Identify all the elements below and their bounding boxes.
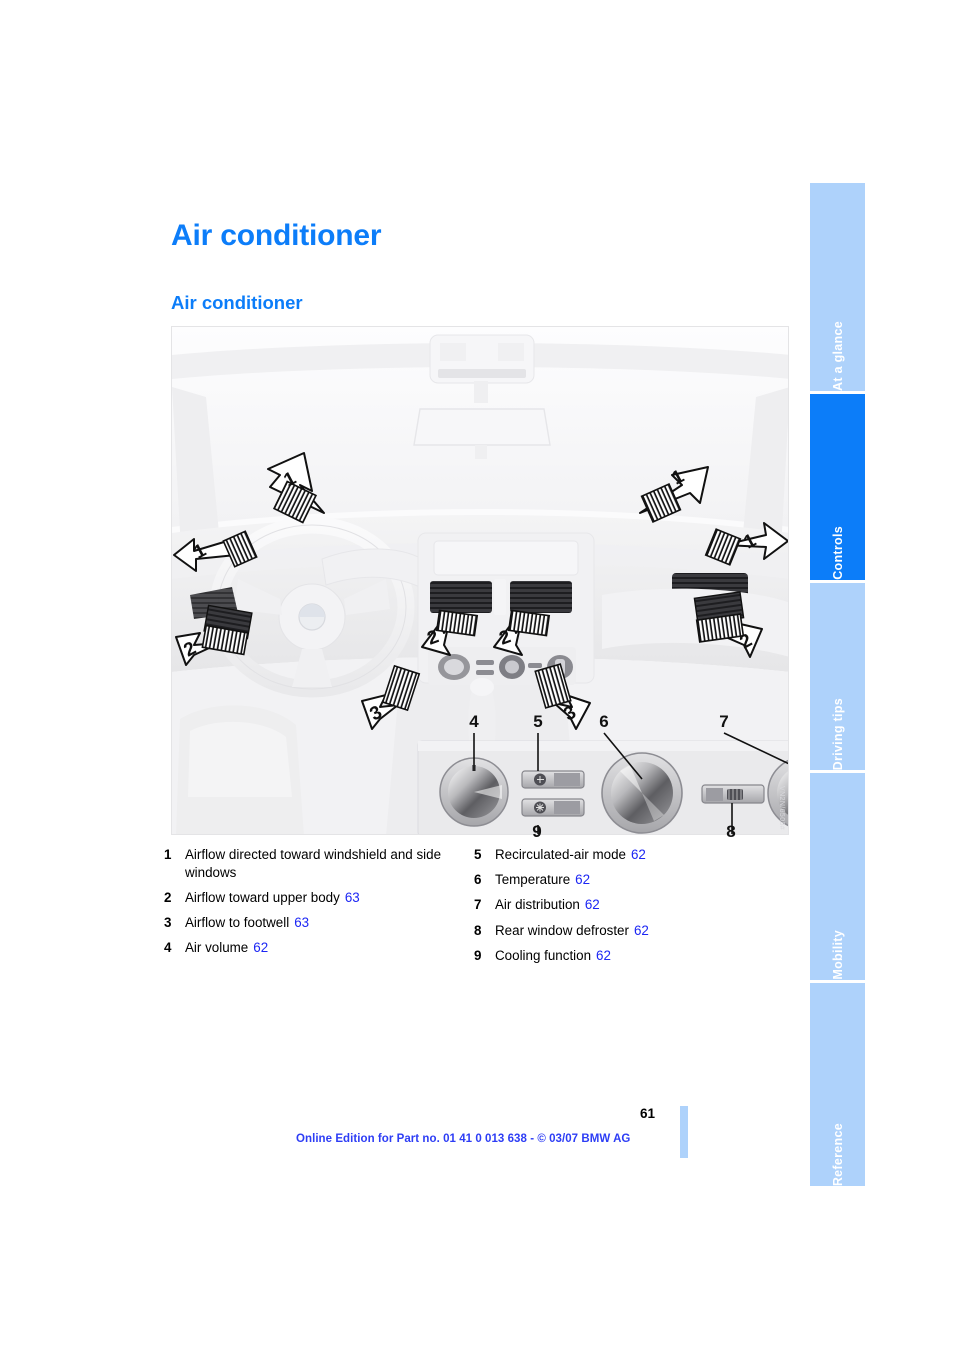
legend-column-right: 5 Recirculated-air mode 62 6 Temperature 62 7 A… bbox=[474, 846, 774, 972]
legend-item-text: Rear window defroster bbox=[495, 922, 629, 938]
legend-item-number: 8 bbox=[474, 922, 482, 938]
legend-item-number: 9 bbox=[474, 947, 482, 963]
footer-accent-bar bbox=[680, 1106, 688, 1158]
legend-item-page-ref[interactable]: 63 bbox=[340, 890, 360, 905]
legend-item: 5 Recirculated-air mode 62 bbox=[474, 846, 774, 864]
legend-item-page-ref[interactable]: 62 bbox=[580, 897, 600, 912]
legend-item-page-ref[interactable]: 62 bbox=[248, 940, 268, 955]
page-title: Air conditioner bbox=[171, 219, 382, 252]
recirculation-button-shape bbox=[521, 770, 585, 789]
interior-diagram-svg: 1 1 2 1 1 2 2 2 3 3 4 5 6 7 bbox=[172, 327, 788, 834]
chapter-tab-label: Reference bbox=[830, 1122, 845, 1186]
callout-number-7: 7 bbox=[719, 712, 728, 731]
overhead-console-shape bbox=[429, 334, 535, 384]
legend-item-body: Airflow to footwell 63 bbox=[185, 914, 309, 932]
chapter-tab-reference[interactable]: Reference bbox=[810, 983, 865, 1186]
legend-item-text: Airflow to footwell bbox=[185, 915, 290, 931]
legend-item: 2 Airflow toward upper body 63 bbox=[164, 889, 464, 907]
legend-item-text: Recirculated-air mode bbox=[495, 847, 626, 862]
legend-item-number: 2 bbox=[164, 889, 172, 905]
legend-item-number: 6 bbox=[474, 872, 482, 888]
center-stack-shape bbox=[417, 532, 595, 685]
legend-column-left: 1 Airflow directed toward windshield and … bbox=[164, 846, 464, 964]
chapter-tab-label: Mobility bbox=[830, 930, 845, 980]
chapter-tab-label: At a glance bbox=[830, 321, 845, 391]
footer-edition-text: Online Edition for Part no. 01 41 0 013 … bbox=[296, 1133, 631, 1145]
legend-item-page-ref[interactable]: 62 bbox=[570, 872, 590, 887]
chapter-tab-label: Driving tips bbox=[830, 697, 845, 770]
legend-item-text: Temperature bbox=[495, 872, 571, 888]
legend-item-text: Airflow directed toward windshield and s… bbox=[185, 847, 442, 880]
chapter-tab-mobility[interactable]: Mobility bbox=[810, 773, 865, 980]
legend-item-page-ref[interactable]: 63 bbox=[289, 915, 309, 930]
manual-page: At a glance Controls Driving tips Mobility R… bbox=[0, 0, 954, 1351]
legend-item-body: Air volume 62 bbox=[185, 939, 268, 957]
chapter-tab-rail: At a glance Controls Driving tips Mobility R… bbox=[810, 183, 865, 1186]
callout-number-9: 9 bbox=[532, 822, 541, 841]
legend-item-number: 5 bbox=[474, 847, 482, 862]
legend-item: 8 Rear window defroster 62 bbox=[474, 922, 774, 940]
legend-item-page-ref[interactable]: 62 bbox=[591, 948, 611, 963]
legend-item-text: Cooling function bbox=[495, 947, 592, 963]
legend-item-body: Airflow toward upper body 63 bbox=[185, 889, 360, 907]
legend-item-number: 7 bbox=[474, 897, 482, 913]
callout-number-8: 8 bbox=[726, 822, 735, 841]
section-heading: Air conditioner bbox=[171, 292, 303, 313]
legend-item-body: Rear window defroster 62 bbox=[495, 922, 649, 940]
legend-item: 4 Air volume 62 bbox=[164, 939, 464, 957]
legend-item-text: Air volume bbox=[185, 940, 249, 956]
legend-item: 7 Air distribution 62 bbox=[474, 896, 774, 914]
legend-item-page-ref[interactable]: 62 bbox=[629, 923, 649, 938]
legend-item: 9 Cooling function 62 bbox=[474, 947, 774, 965]
legend-item-text: Airflow toward upper body bbox=[185, 889, 340, 905]
chapter-tab-controls[interactable]: Controls bbox=[810, 394, 865, 580]
legend-item-body: Airflow directed toward windshield and s… bbox=[185, 846, 464, 881]
legend-item: 1 Airflow directed toward windshield and … bbox=[164, 846, 464, 881]
legend-item: 6 Temperature 62 bbox=[474, 871, 774, 889]
legend-item-body: Recirculated-air mode 62 bbox=[495, 846, 646, 864]
legend-item-page-ref[interactable]: 62 bbox=[626, 847, 646, 862]
rear-defroster-button-shape bbox=[701, 784, 765, 804]
legend-item-number: 1 bbox=[164, 847, 172, 862]
dashboard-illustration: 1 1 2 1 1 2 2 2 3 3 4 5 6 7 VN2N/6500# bbox=[171, 326, 789, 835]
page-number: 61 bbox=[640, 1106, 656, 1121]
callout-number-5: 5 bbox=[533, 712, 542, 731]
legend-item-number: 3 bbox=[164, 915, 172, 931]
legend-item-body: Temperature 62 bbox=[495, 871, 590, 889]
chapter-tab-at-a-glance[interactable]: At a glance bbox=[810, 183, 865, 391]
legend-item-text: Air distribution bbox=[495, 897, 580, 913]
chapter-tab-driving-tips[interactable]: Driving tips bbox=[810, 583, 865, 770]
legend-item: 3 Airflow to footwell 63 bbox=[164, 914, 464, 932]
chapter-tab-label: Controls bbox=[830, 526, 845, 580]
legend-item-body: Cooling function 62 bbox=[495, 947, 611, 965]
cooling-button-shape bbox=[521, 798, 585, 817]
callout-number-6: 6 bbox=[599, 712, 608, 731]
callout-numbers-bottom: 9 8 bbox=[532, 822, 735, 841]
legend-item-number: 4 bbox=[164, 940, 172, 956]
callout-number-4: 4 bbox=[469, 712, 479, 731]
legend-item-body: Air distribution 62 bbox=[495, 896, 600, 914]
